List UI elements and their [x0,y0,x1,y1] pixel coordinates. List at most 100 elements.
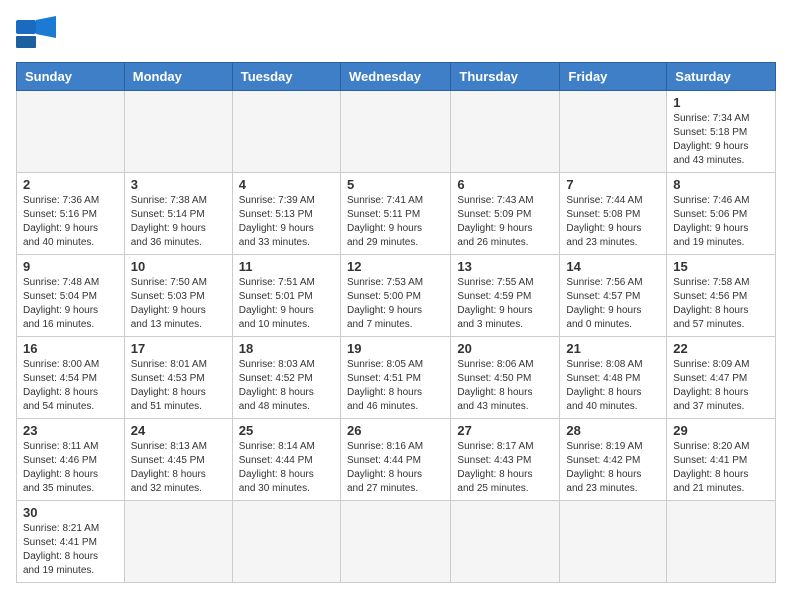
day-number: 7 [566,177,660,192]
day-number: 11 [239,259,334,274]
day-number: 12 [347,259,444,274]
day-number: 21 [566,341,660,356]
day-number: 22 [673,341,769,356]
day-number: 1 [673,95,769,110]
calendar-cell [340,91,450,173]
day-info: Sunrise: 8:11 AM Sunset: 4:46 PM Dayligh… [23,440,118,496]
day-info: Sunrise: 8:19 AM Sunset: 4:42 PM Dayligh… [566,440,660,496]
header-area [16,16,776,52]
calendar-cell: 2Sunrise: 7:36 AM Sunset: 5:16 PM Daylig… [17,173,125,255]
weekday-header-wednesday: Wednesday [340,63,450,91]
day-number: 5 [347,177,444,192]
day-info: Sunrise: 7:34 AM Sunset: 5:18 PM Dayligh… [673,112,769,168]
calendar-cell [667,501,776,583]
calendar-cell: 5 Sunrise: 7:41 AM Sunset: 5:11 PM Daylig… [340,173,450,255]
day-info: Sunrise: 7:56 AM Sunset: 4:57 PM Dayligh… [566,276,660,332]
calendar-cell: 14Sunrise: 7:56 AM Sunset: 4:57 PM Dayli… [560,255,667,337]
calendar-cell: 30 Sunrise: 8:21 AM Sunset: 4:41 PM Dayli… [17,501,125,583]
weekday-header-saturday: Saturday [667,63,776,91]
calendar-cell: 3Sunrise: 7:38 AM Sunset: 5:14 PM Daylig… [124,173,232,255]
day-number: 15 [673,259,769,274]
calendar-cell: 4Sunrise: 7:39 AM Sunset: 5:13 PM Daylig… [232,173,340,255]
calendar-cell: 19 Sunrise: 8:05 AM Sunset: 4:51 PM Dayli… [340,337,450,419]
day-number: 16 [23,341,118,356]
day-info: Sunrise: 8:20 AM Sunset: 4:41 PM Dayligh… [673,440,769,496]
calendar-cell: 25 Sunrise: 8:14 AM Sunset: 4:44 PM Dayli… [232,419,340,501]
day-number: 10 [131,259,226,274]
calendar-cell: 23 Sunrise: 8:11 AM Sunset: 4:46 PM Dayli… [17,419,125,501]
day-number: 9 [23,259,118,274]
day-number: 19 [347,341,444,356]
day-info: Sunrise: 8:03 AM Sunset: 4:52 PM Dayligh… [239,358,334,414]
day-info: Sunrise: 8:05 AM Sunset: 4:51 PM Dayligh… [347,358,444,414]
day-number: 17 [131,341,226,356]
calendar-cell: 22 Sunrise: 8:09 AM Sunset: 4:47 PM Dayli… [667,337,776,419]
calendar-cell: 16 Sunrise: 8:00 AM Sunset: 4:54 PM Dayli… [17,337,125,419]
weekday-header-monday: Monday [124,63,232,91]
calendar-cell: 10 Sunrise: 7:50 AM Sunset: 5:03 PM Dayli… [124,255,232,337]
day-info: Sunrise: 8:14 AM Sunset: 4:44 PM Dayligh… [239,440,334,496]
calendar-cell [560,91,667,173]
calendar-cell [451,501,560,583]
day-info: Sunrise: 8:17 AM Sunset: 4:43 PM Dayligh… [457,440,553,496]
calendar-cell [232,91,340,173]
day-number: 3 [131,177,226,192]
day-number: 30 [23,505,118,520]
day-number: 29 [673,423,769,438]
calendar-cell: 20Sunrise: 8:06 AM Sunset: 4:50 PM Dayli… [451,337,560,419]
day-number: 20 [457,341,553,356]
day-number: 23 [23,423,118,438]
day-info: Sunrise: 7:39 AM Sunset: 5:13 PM Dayligh… [239,194,334,250]
weekday-header-thursday: Thursday [451,63,560,91]
calendar-cell [340,501,450,583]
calendar-cell: 29 Sunrise: 8:20 AM Sunset: 4:41 PM Dayli… [667,419,776,501]
calendar-cell: 18Sunrise: 8:03 AM Sunset: 4:52 PM Dayli… [232,337,340,419]
weekday-header-sunday: Sunday [17,63,125,91]
day-info: Sunrise: 7:50 AM Sunset: 5:03 PM Dayligh… [131,276,226,332]
day-info: Sunrise: 7:46 AM Sunset: 5:06 PM Dayligh… [673,194,769,250]
calendar-week-row: 2Sunrise: 7:36 AM Sunset: 5:16 PM Daylig… [17,173,776,255]
calendar-cell: 17Sunrise: 8:01 AM Sunset: 4:53 PM Dayli… [124,337,232,419]
day-info: Sunrise: 7:55 AM Sunset: 4:59 PM Dayligh… [457,276,553,332]
day-info: Sunrise: 8:13 AM Sunset: 4:45 PM Dayligh… [131,440,226,496]
calendar-week-row: 23 Sunrise: 8:11 AM Sunset: 4:46 PM Dayli… [17,419,776,501]
calendar-cell [451,91,560,173]
day-info: Sunrise: 7:41 AM Sunset: 5:11 PM Dayligh… [347,194,444,250]
day-number: 26 [347,423,444,438]
calendar-cell: 26 Sunrise: 8:16 AM Sunset: 4:44 PM Dayli… [340,419,450,501]
day-number: 13 [457,259,553,274]
day-info: Sunrise: 8:21 AM Sunset: 4:41 PM Dayligh… [23,522,118,578]
day-info: Sunrise: 8:09 AM Sunset: 4:47 PM Dayligh… [673,358,769,414]
day-info: Sunrise: 8:08 AM Sunset: 4:48 PM Dayligh… [566,358,660,414]
calendar-cell: 21 Sunrise: 8:08 AM Sunset: 4:48 PM Dayli… [560,337,667,419]
weekday-header-row: SundayMondayTuesdayWednesdayThursdayFrid… [17,63,776,91]
calendar-cell: 6Sunrise: 7:43 AM Sunset: 5:09 PM Daylig… [451,173,560,255]
calendar-week-row: 16 Sunrise: 8:00 AM Sunset: 4:54 PM Dayli… [17,337,776,419]
calendar-cell: 7Sunrise: 7:44 AM Sunset: 5:08 PM Daylig… [560,173,667,255]
calendar-cell: 8Sunrise: 7:46 AM Sunset: 5:06 PM Daylig… [667,173,776,255]
day-info: Sunrise: 8:16 AM Sunset: 4:44 PM Dayligh… [347,440,444,496]
calendar-cell: 27 Sunrise: 8:17 AM Sunset: 4:43 PM Dayli… [451,419,560,501]
day-info: Sunrise: 7:53 AM Sunset: 5:00 PM Dayligh… [347,276,444,332]
calendar-cell: 24Sunrise: 8:13 AM Sunset: 4:45 PM Dayli… [124,419,232,501]
day-info: Sunrise: 7:58 AM Sunset: 4:56 PM Dayligh… [673,276,769,332]
calendar-cell: 11 Sunrise: 7:51 AM Sunset: 5:01 PM Dayli… [232,255,340,337]
calendar-cell: 15 Sunrise: 7:58 AM Sunset: 4:56 PM Dayli… [667,255,776,337]
day-info: Sunrise: 8:00 AM Sunset: 4:54 PM Dayligh… [23,358,118,414]
calendar-week-row: 30 Sunrise: 8:21 AM Sunset: 4:41 PM Dayli… [17,501,776,583]
calendar-cell: 12 Sunrise: 7:53 AM Sunset: 5:00 PM Dayli… [340,255,450,337]
calendar-cell [560,501,667,583]
logo [16,16,62,52]
day-number: 6 [457,177,553,192]
calendar-cell: 28Sunrise: 8:19 AM Sunset: 4:42 PM Dayli… [560,419,667,501]
weekday-header-tuesday: Tuesday [232,63,340,91]
day-number: 27 [457,423,553,438]
calendar-week-row: 1 Sunrise: 7:34 AM Sunset: 5:18 PM Daylig… [17,91,776,173]
calendar-week-row: 9Sunrise: 7:48 AM Sunset: 5:04 PM Daylig… [17,255,776,337]
calendar-cell: 13 Sunrise: 7:55 AM Sunset: 4:59 PM Dayli… [451,255,560,337]
day-info: Sunrise: 7:51 AM Sunset: 5:01 PM Dayligh… [239,276,334,332]
logo-icon [16,16,56,52]
calendar-cell [17,91,125,173]
day-number: 25 [239,423,334,438]
weekday-header-friday: Friday [560,63,667,91]
